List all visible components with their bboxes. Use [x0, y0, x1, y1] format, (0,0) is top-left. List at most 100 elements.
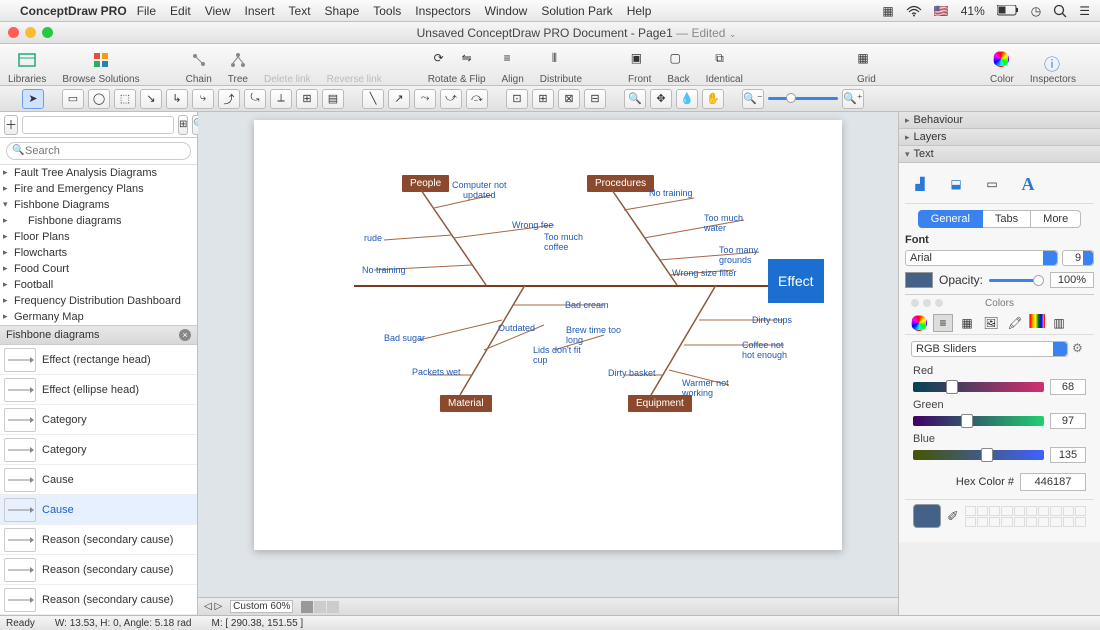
connector-2[interactable]: ↳ — [166, 89, 188, 109]
pointer-tool[interactable]: ➤ — [22, 89, 44, 109]
line-1[interactable]: ╲ — [362, 89, 384, 109]
connector-1[interactable]: ↘ — [140, 89, 162, 109]
distribute-icon[interactable]: ⫴ — [552, 51, 570, 69]
zoom-slider[interactable] — [768, 97, 838, 100]
flip-icon[interactable]: ⇋ — [462, 51, 480, 69]
chevron-down-icon[interactable]: ⌄ — [729, 29, 737, 39]
blue-value[interactable]: 135 — [1050, 447, 1086, 463]
lib-freq[interactable]: Frequency Distribution Dashboard — [0, 293, 197, 309]
lib-food[interactable]: Food Court — [0, 261, 197, 277]
zoom-select[interactable]: Custom 60% — [230, 600, 293, 613]
canvas-scroll[interactable]: Effect People Procedures Material Equipm… — [198, 112, 898, 597]
libraries-icon[interactable] — [18, 51, 36, 69]
current-color-swatch[interactable] — [913, 504, 941, 528]
menu-view[interactable]: View — [205, 4, 231, 18]
group-2[interactable]: ⊞ — [532, 89, 554, 109]
line-3[interactable]: ⤳ — [414, 89, 436, 109]
chain-icon[interactable] — [190, 51, 208, 69]
identical-icon[interactable]: ⧉ — [715, 51, 733, 69]
text-tabs[interactable]: General Tabs More — [905, 210, 1094, 228]
tree-icon[interactable] — [229, 51, 247, 69]
minimize-icon[interactable] — [25, 27, 36, 38]
grid-view-button[interactable]: ⊞ — [178, 115, 188, 135]
rgb-mode-select[interactable]: RGB Sliders — [911, 341, 1068, 357]
menu-icon[interactable]: ☰ — [1079, 4, 1090, 18]
cat-people[interactable]: People — [402, 175, 449, 192]
shape-item[interactable]: Category — [0, 435, 197, 465]
connector-5[interactable]: ⤿ — [244, 89, 266, 109]
connector-4[interactable]: ⤴ — [218, 89, 240, 109]
color-bars-mode[interactable] — [1029, 314, 1045, 328]
cat-procedures[interactable]: Procedures — [587, 175, 654, 192]
section-text[interactable]: Text — [899, 146, 1100, 163]
lib-fishbone-child[interactable]: Fishbone diagrams — [0, 213, 197, 229]
page-tabs[interactable] — [301, 601, 339, 613]
color-extra-mode[interactable]: ▥ — [1049, 314, 1069, 332]
battery-icon[interactable] — [997, 5, 1019, 16]
font-select[interactable]: Arial — [905, 250, 1058, 266]
browse-icon[interactable] — [92, 51, 110, 69]
lib-flowcharts[interactable]: Flowcharts — [0, 245, 197, 261]
menu-insert[interactable]: Insert — [245, 4, 275, 18]
red-value[interactable]: 68 — [1050, 379, 1086, 395]
lib-fishbone[interactable]: Fishbone Diagrams — [0, 197, 197, 213]
shape-item[interactable]: Cause — [0, 495, 197, 525]
zoom-icon[interactable] — [42, 27, 53, 38]
shape-tool-1[interactable]: ⬚ — [114, 89, 136, 109]
green-value[interactable]: 97 — [1050, 413, 1086, 429]
gear-icon[interactable]: ⚙ — [1072, 341, 1088, 357]
tab-tabs[interactable]: Tabs — [983, 210, 1031, 228]
eyedropper-icon[interactable]: ✐ — [947, 508, 959, 525]
textopt-4[interactable]: A — [1015, 173, 1041, 195]
clock-icon[interactable]: ◷ — [1031, 4, 1041, 18]
zoom-in[interactable]: 🔍⁺ — [842, 89, 864, 109]
pan-tool[interactable]: ✋ — [702, 89, 724, 109]
group-1[interactable]: ⊡ — [506, 89, 528, 109]
group-3[interactable]: ⊠ — [558, 89, 580, 109]
menu-help[interactable]: Help — [627, 4, 652, 18]
rotate-icon[interactable]: ⟳ — [434, 51, 452, 69]
back-icon[interactable]: ▢ — [669, 51, 687, 69]
blue-slider[interactable] — [913, 450, 1044, 460]
shape-item[interactable]: Reason (secondary cause) — [0, 585, 197, 615]
connector-3[interactable]: ⤷ — [192, 89, 214, 109]
align-icon[interactable]: ≡ — [504, 51, 522, 69]
inspectors-icon[interactable]: ⓘ — [1044, 51, 1062, 69]
line-5[interactable]: ⤼ — [466, 89, 488, 109]
shape-item[interactable]: Effect (rectange head) — [0, 345, 197, 375]
eyedropper-tool[interactable]: 💧 — [676, 89, 698, 109]
shape-item[interactable]: Reason (secondary cause) — [0, 555, 197, 585]
page-tool[interactable]: ▤ — [322, 89, 344, 109]
color-icon[interactable] — [993, 51, 1011, 69]
group-4[interactable]: ⊟ — [584, 89, 606, 109]
text-color-swatch[interactable] — [905, 272, 933, 288]
textopt-3[interactable]: ▭ — [979, 173, 1005, 195]
shape-item[interactable]: Cause — [0, 465, 197, 495]
color-palette-mode[interactable]: ▦ — [957, 314, 977, 332]
tab-general[interactable]: General — [918, 210, 983, 228]
lib-germany[interactable]: Germany Map — [0, 309, 197, 325]
ellipse-tool[interactable]: ◯ — [88, 89, 110, 109]
cat-material[interactable]: Material — [440, 395, 492, 412]
search-icon[interactable] — [1053, 4, 1067, 18]
grid-button-icon[interactable]: ▦ — [857, 51, 875, 69]
opacity-slider[interactable] — [989, 279, 1044, 282]
shape-item[interactable]: Effect (ellipse head) — [0, 375, 197, 405]
tab-more[interactable]: More — [1031, 210, 1081, 228]
menu-window[interactable]: Window — [485, 4, 528, 18]
shapes-library-header[interactable]: Fishbone diagrams × — [0, 325, 197, 345]
connector-7[interactable]: ⊞ — [296, 89, 318, 109]
textopt-2[interactable]: ⬓ — [943, 173, 969, 195]
zoom-tool[interactable]: 🔍 — [624, 89, 646, 109]
color-sliders-mode[interactable]: ≡ — [933, 314, 953, 332]
zoom-out[interactable]: 🔍⁻ — [742, 89, 764, 109]
grid-icon[interactable]: ▦ — [882, 4, 893, 18]
green-slider[interactable] — [913, 416, 1044, 426]
front-icon[interactable]: ▣ — [631, 51, 649, 69]
color-wheel-mode[interactable] — [909, 314, 929, 332]
add-library-button[interactable]: ＋ — [4, 115, 18, 135]
menu-file[interactable]: File — [137, 4, 156, 18]
lib-floor[interactable]: Floor Plans — [0, 229, 197, 245]
section-behaviour[interactable]: Behaviour — [899, 112, 1100, 129]
lib-fire[interactable]: Fire and Emergency Plans — [0, 181, 197, 197]
